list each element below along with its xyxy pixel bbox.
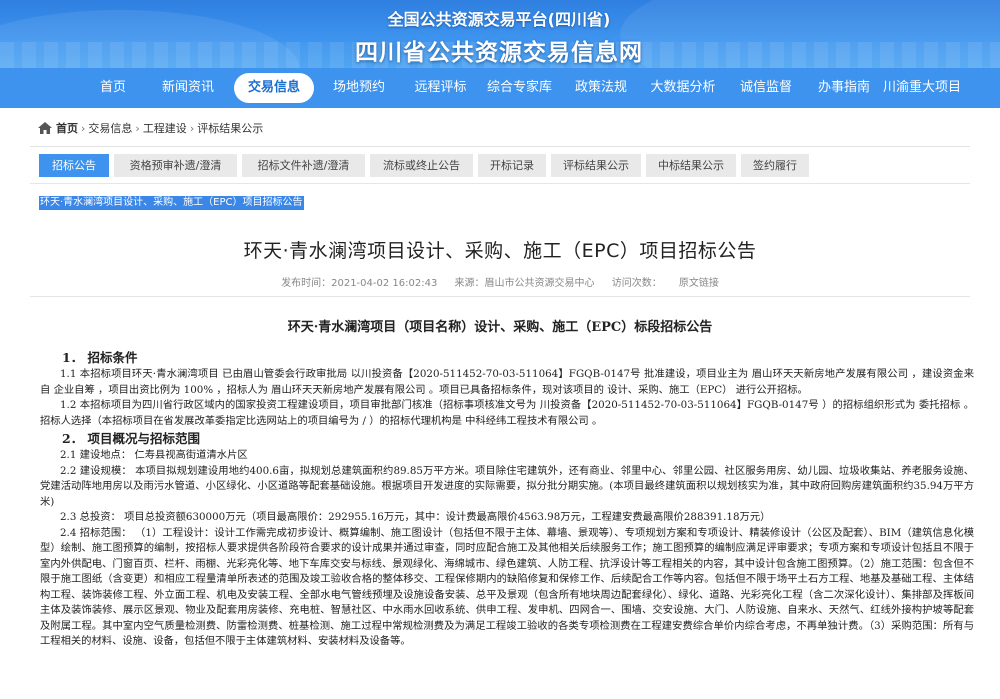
site-logo-line2: 四川省公共资源交易信息网 [355, 40, 643, 66]
tab-award-result[interactable]: 中标结果公示 [646, 154, 736, 177]
nav-item-guide[interactable]: 办事指南 [806, 73, 882, 103]
sub-tabs: 招标公告 资格预审补遗/澄清 招标文件补遗/澄清 流标或终止公告 开标记录 评标… [39, 154, 814, 177]
breadcrumb-home[interactable]: 首页 [56, 120, 78, 136]
paragraph: 1.2 本招标项目为四川省行政区域内的国家投资工程建设项目，项目审批部门核准（招… [40, 399, 974, 427]
nav-item-chuanyu[interactable]: 川渝重大项目 [882, 73, 962, 103]
paragraph: 2.3 总投资： 项目总投资额630000万元（项目最高限价：292955.16… [60, 511, 771, 523]
nav-item-trade-info[interactable]: 交易信息 [234, 73, 314, 103]
section-heading: 2． 项目概况与招标范围 [62, 431, 201, 446]
home-icon [38, 122, 52, 134]
original-link[interactable]: 原文链接 [679, 278, 719, 289]
header-banner: 全国公共资源交易平台(四川省) 四川省公共资源交易信息网 [0, 0, 1000, 68]
nav-item-venue-booking[interactable]: 场地预约 [314, 73, 404, 103]
tab-doc-addendum[interactable]: 招标文件补遗/澄清 [242, 154, 365, 177]
nav-item-remote-evaluation[interactable]: 远程评标 [404, 73, 477, 103]
nav-item-big-data[interactable]: 大数据分析 [640, 73, 726, 103]
tab-bid-opening[interactable]: 开标记录 [478, 154, 546, 177]
divider [30, 296, 970, 297]
site-logo-line1: 全国公共资源交易平台(四川省) [387, 10, 611, 29]
breadcrumb-separator: › [81, 121, 86, 135]
paragraph: 1.1 本招标项目环天·青水澜湾项目 已由眉山管委会行政审批局 以川投资备【20… [40, 368, 974, 396]
publish-time: 发布时间：2021-04-02 16:02:43 [281, 278, 438, 289]
main-nav: 首页 新闻资讯 交易信息 场地预约 远程评标 综合专家库 政策法规 大数据分析 … [0, 68, 1000, 108]
nav-item-expert-library[interactable]: 综合专家库 [477, 73, 562, 103]
tab-evaluation-result[interactable]: 评标结果公示 [551, 154, 641, 177]
selected-title-text[interactable]: 环天·青水澜湾项目设计、采购、施工（EPC）项目招标公告 [39, 196, 304, 210]
doc-meta: 发布时间：2021-04-02 16:02:43 来源：眉山市公共资源交易中心 … [0, 274, 1000, 289]
section-heading: 1． 招标条件 [62, 350, 138, 365]
source: 来源：眉山市公共资源交易中心 [454, 278, 595, 289]
breadcrumb-item[interactable]: 工程建设 [143, 120, 187, 136]
breadcrumb: 首页 › 交易信息 › 工程建设 › 评标结果公示 [38, 118, 263, 138]
paragraph: 2.4 招标范围： （1）工程设计：设计工作需完成初步设计、概算编制、施工图设计… [40, 526, 974, 648]
nav-item-news[interactable]: 新闻资讯 [142, 73, 234, 103]
breadcrumb-separator: › [135, 121, 140, 135]
tab-failed-notice[interactable]: 流标或终止公告 [370, 154, 473, 177]
breadcrumb-item[interactable]: 交易信息 [88, 120, 132, 136]
tab-tender-notice[interactable]: 招标公告 [39, 154, 109, 177]
breadcrumb-separator: › [189, 121, 195, 135]
breadcrumb-item[interactable]: 评标结果公示 [197, 120, 263, 136]
nav-item-credit[interactable]: 诚信监督 [726, 73, 806, 103]
tab-prequal-addendum[interactable]: 资格预审补遗/澄清 [114, 154, 237, 177]
nav-item-home[interactable]: 首页 [84, 73, 142, 103]
tab-contract[interactable]: 签约履行 [741, 154, 809, 177]
divider [30, 146, 970, 147]
nav-item-policy[interactable]: 政策法规 [562, 73, 640, 103]
announcement-title: 环天·青水澜湾项目（项目名称）设计、采购、施工（EPC）标段招标公告 [287, 320, 713, 335]
paragraph: 2.2 建设规模： 本项目拟规划建设用地约400.6亩，拟规划总建筑面积约89.… [40, 464, 974, 508]
page-title: 环天·青水澜湾项目设计、采购、施工（EPC）项目招标公告 [243, 240, 757, 262]
divider [30, 183, 970, 184]
visit-count: 访问次数： [611, 278, 662, 289]
announcement-body: 1． 招标条件 1.1 本招标项目环天·青水澜湾项目 已由眉山管委会行政审批局 … [40, 348, 974, 650]
site-logo[interactable]: 全国公共资源交易平台(四川省) 四川省公共资源交易信息网 [349, 6, 649, 67]
paragraph: 2.1 建设地点： 仁寿县视高街道清水片区 [60, 449, 248, 461]
